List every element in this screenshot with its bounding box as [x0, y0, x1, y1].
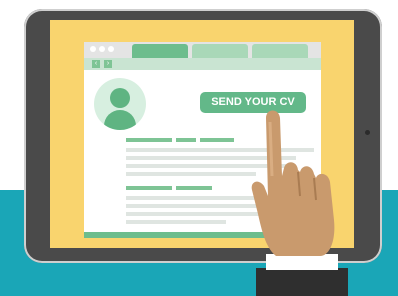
sleeve [256, 268, 348, 296]
finger-highlight [268, 121, 274, 177]
cuff [266, 254, 338, 270]
hand-shape [251, 110, 335, 256]
pointing-hand-icon [251, 110, 348, 296]
